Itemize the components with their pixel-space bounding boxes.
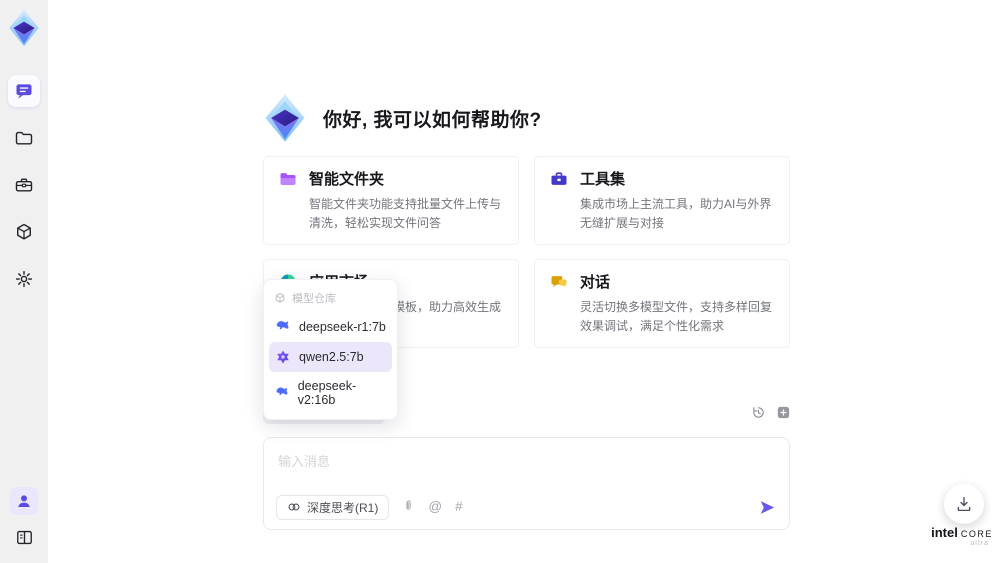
card-dialog[interactable]: 对话 灵活切换多模型文件，支持多样回复效果调试，满足个性化需求 <box>534 259 790 349</box>
repo-icon <box>275 292 285 303</box>
model-option-label: deepseek-r1:7b <box>299 320 386 334</box>
download-fab[interactable] <box>944 484 984 524</box>
intel-wordmark: intel <box>931 525 958 540</box>
greeting: 你好, 我可以如何帮助你? <box>261 93 542 143</box>
app-window: 你好, 我可以如何帮助你? 智能文件夹 智能文件夹功能支持批量文件上传与清洗，轻… <box>0 0 1000 563</box>
gear-icon <box>15 270 33 288</box>
sidebar-item-panel-toggle[interactable] <box>10 523 38 551</box>
intel-core-logo: intel core ultra <box>931 525 993 547</box>
message-composer: 深度思考(R1) @ # <box>263 437 790 530</box>
sidebar-item-chat[interactable] <box>8 75 40 107</box>
core-wordmark: core <box>960 525 993 540</box>
chat-icon <box>16 84 32 99</box>
mention-button[interactable]: @ <box>428 500 442 514</box>
deepseek-icon <box>276 387 288 396</box>
model-dropdown: 模型仓库 deepseek-r1:7b qwen2.5:7b deepseek-… <box>263 279 398 420</box>
send-button[interactable] <box>758 498 777 517</box>
folder-purple-icon <box>280 172 296 185</box>
model-option-label: deepseek-v2:16b <box>297 379 357 407</box>
briefcase-icon <box>15 178 33 192</box>
dialog-icon <box>551 275 567 288</box>
composer-actions: 深度思考(R1) @ # <box>276 494 777 520</box>
sidebar <box>0 0 48 563</box>
greeting-text: 你好, 我可以如何帮助你? <box>323 109 542 131</box>
card-title: 智能文件夹 <box>309 171 385 188</box>
attach-button[interactable] <box>402 498 415 516</box>
deep-think-toggle[interactable]: 深度思考(R1) <box>276 494 390 520</box>
sidebar-nav <box>8 75 40 295</box>
sidebar-item-folders[interactable] <box>8 122 40 154</box>
model-dropdown-header: 模型仓库 <box>269 285 392 312</box>
card-description: 集成市场上主流工具，助力AI与外界无缝扩展与对接 <box>580 197 772 230</box>
model-option-qwen[interactable]: qwen2.5:7b <box>269 342 392 372</box>
cube-icon <box>17 223 31 240</box>
folder-icon <box>15 131 33 145</box>
deep-think-icon <box>288 503 300 511</box>
card-title: 对话 <box>580 274 611 292</box>
hash-icon: # <box>455 499 463 515</box>
history-button[interactable] <box>750 404 766 420</box>
app-logo-icon <box>9 10 39 46</box>
sidebar-item-toolbox[interactable] <box>8 169 40 201</box>
card-toolset[interactable]: 工具集 集成市场上主流工具，助力AI与外界无缝扩展与对接 <box>534 156 790 246</box>
model-option-label: qwen2.5:7b <box>299 350 364 364</box>
new-chat-button[interactable] <box>775 404 791 420</box>
download-icon <box>957 496 971 512</box>
prompt-tag-button[interactable]: # <box>455 500 463 514</box>
send-icon <box>760 500 775 514</box>
history-icon <box>752 406 764 418</box>
panel-icon <box>16 530 32 544</box>
deep-think-label: 深度思考(R1) <box>307 500 379 515</box>
new-chat-icon <box>777 406 789 418</box>
card-description: 灵活切换多模型文件，支持多样回复效果调试，满足个性化需求 <box>580 300 773 333</box>
paperclip-icon <box>406 500 411 510</box>
model-option-deepseek-v2[interactable]: deepseek-v2:16b <box>269 372 392 414</box>
sidebar-item-models[interactable] <box>8 216 40 248</box>
chat-toolbar <box>750 404 791 420</box>
sidebar-item-user[interactable] <box>10 487 38 515</box>
card-description: 智能文件夹功能支持批量文件上传与清洗，轻松实现文件问答 <box>309 197 502 230</box>
card-title: 工具集 <box>580 171 626 188</box>
greeting-gem-icon <box>265 94 305 142</box>
card-smart-folder[interactable]: 智能文件夹 智能文件夹功能支持批量文件上传与清洗，轻松实现文件问答 <box>263 156 519 246</box>
model-option-deepseek-r1[interactable]: deepseek-r1:7b <box>269 312 392 342</box>
deepseek-icon <box>276 321 289 330</box>
qwen-icon <box>277 350 289 364</box>
toolset-icon <box>551 171 567 185</box>
sidebar-footer <box>0 487 48 551</box>
ultra-badge: ultra <box>970 540 989 547</box>
model-dropdown-header-label: 模型仓库 <box>292 293 336 305</box>
sidebar-item-settings[interactable] <box>8 263 40 295</box>
message-input[interactable] <box>264 438 789 490</box>
user-icon <box>18 495 30 507</box>
at-icon: @ <box>428 499 443 515</box>
